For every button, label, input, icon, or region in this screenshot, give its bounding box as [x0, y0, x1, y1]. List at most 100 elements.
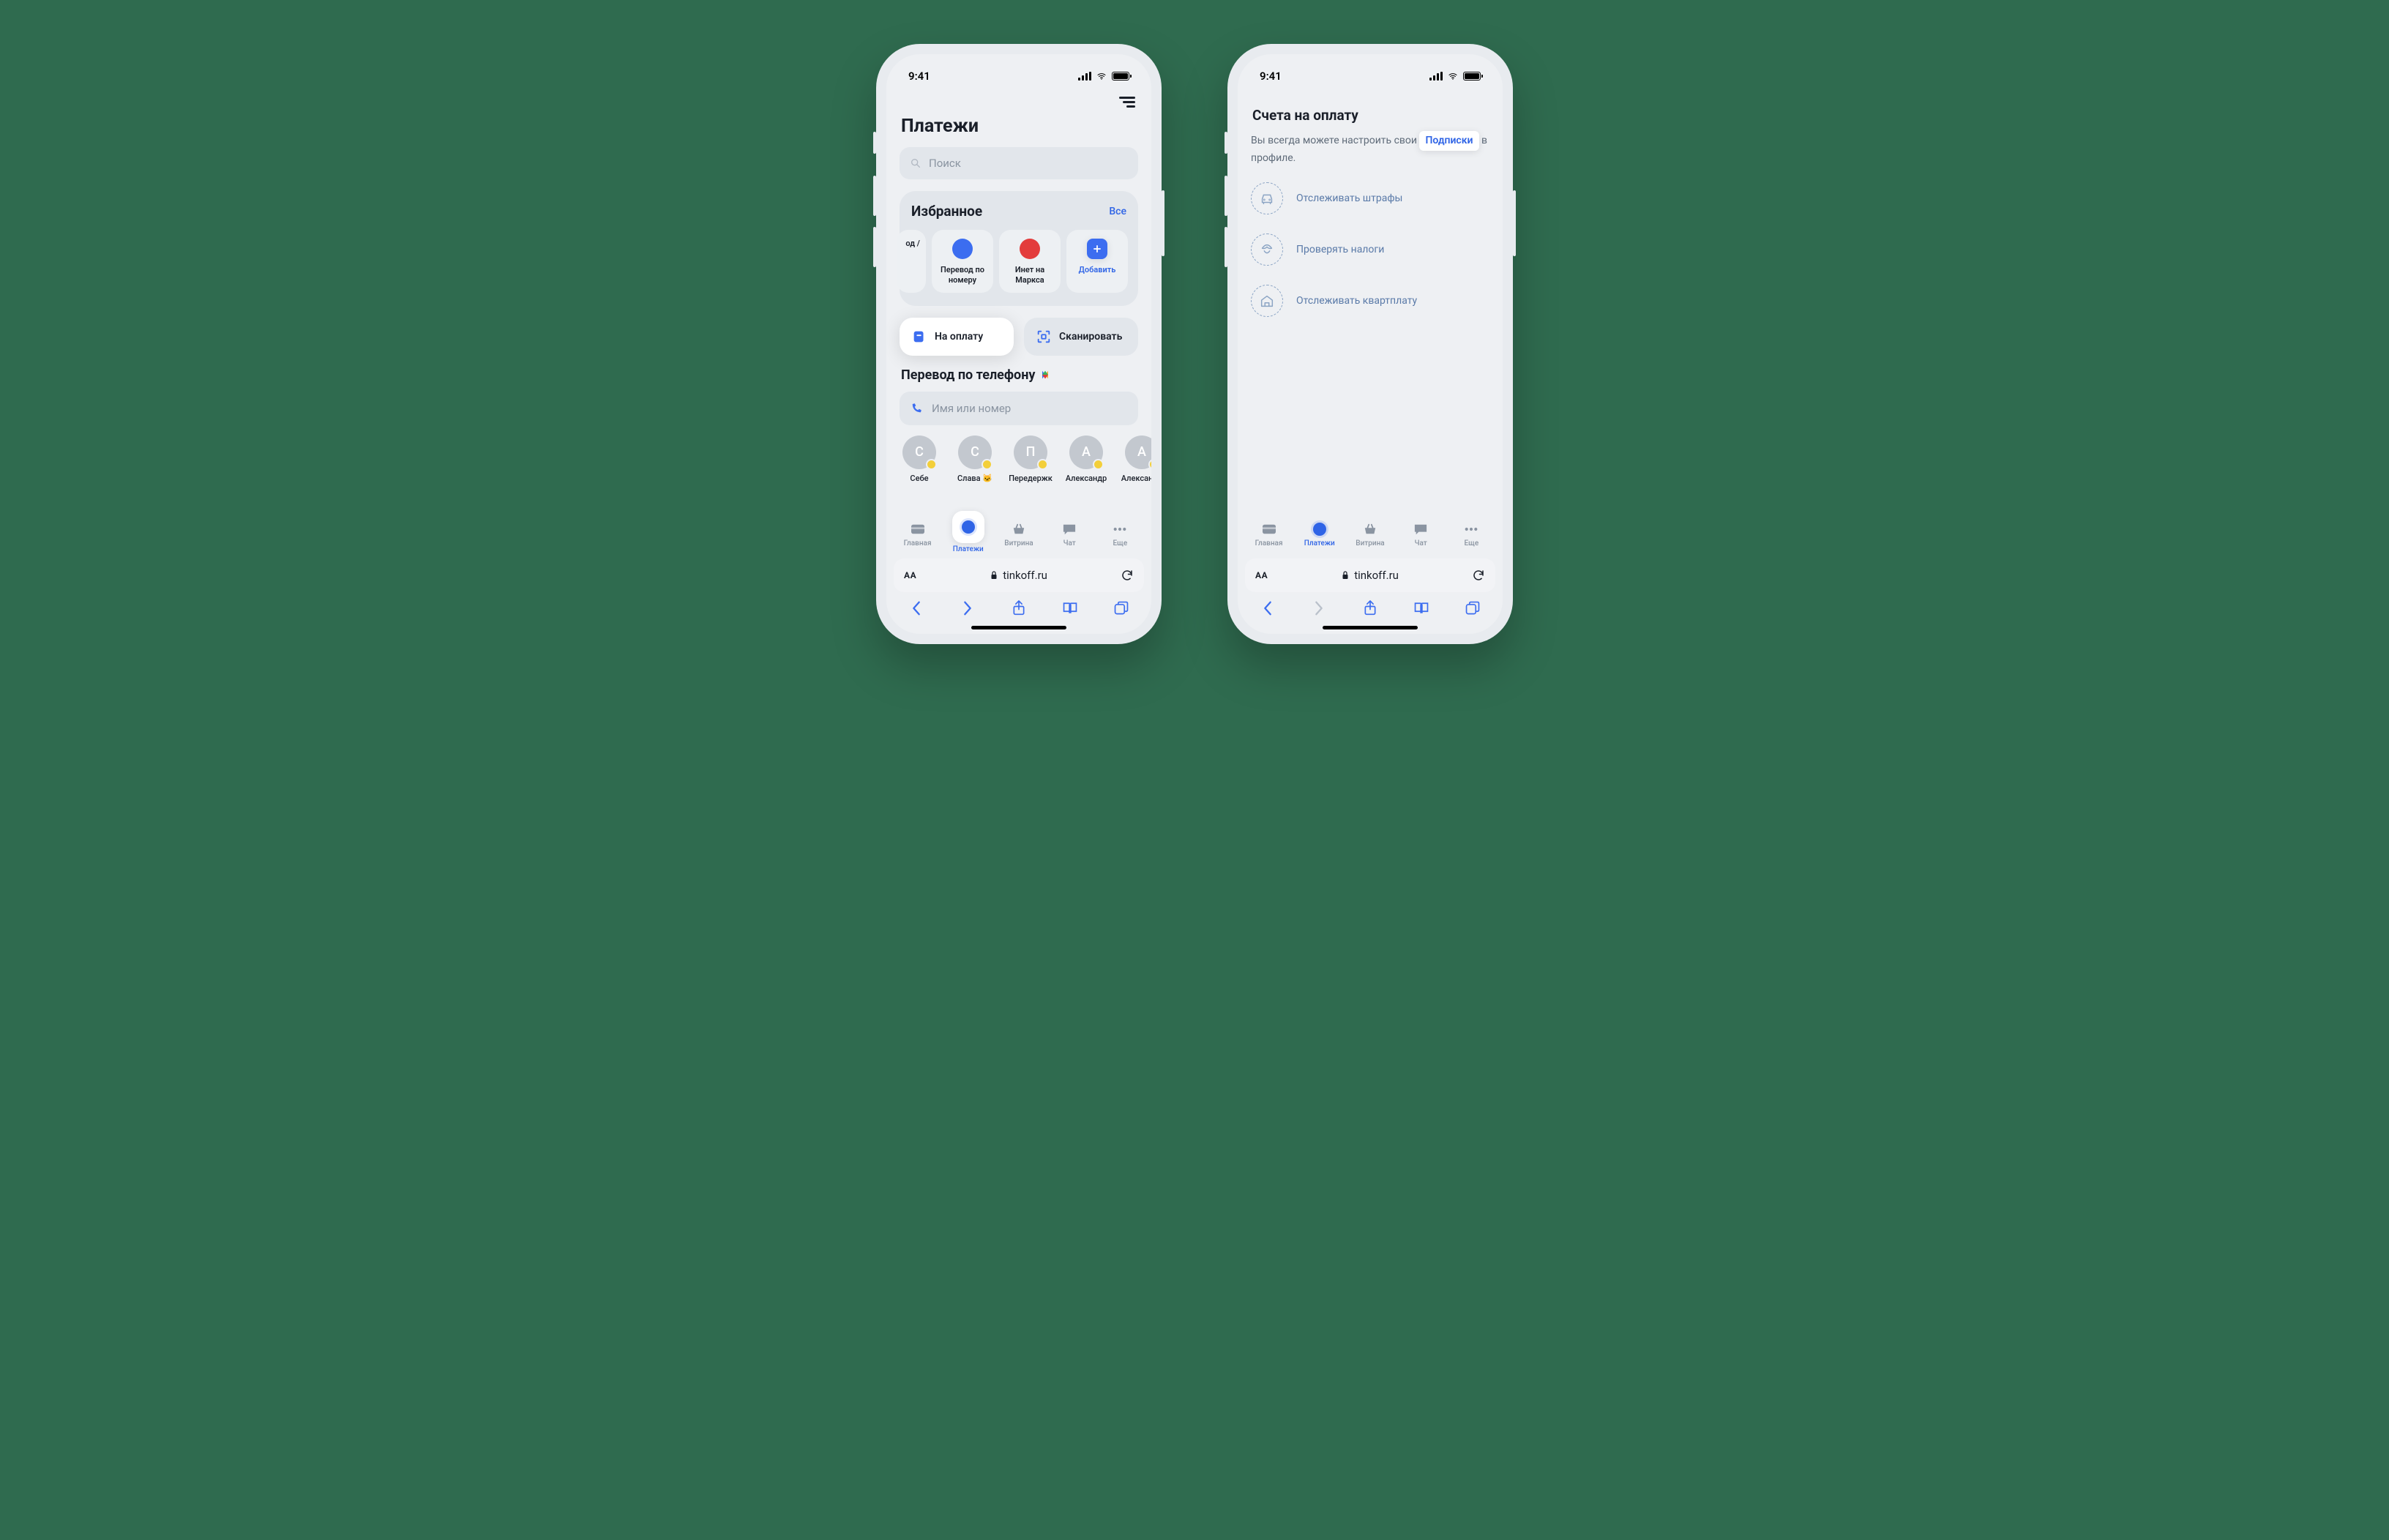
basket-icon [1362, 521, 1378, 537]
more-icon [1463, 521, 1479, 537]
browser-address-bar[interactable]: AA tinkoff.ru [1245, 558, 1495, 592]
browser-host: tinkoff.ru [1354, 569, 1399, 582]
browser-bookmarks-button[interactable] [1060, 598, 1080, 618]
browser-share-button[interactable] [1009, 598, 1029, 618]
bill-track-fines[interactable]: Отслеживать штрафы [1251, 182, 1489, 214]
more-icon [1112, 521, 1128, 537]
plus-icon [1087, 239, 1107, 259]
favorites-title: Избранное [911, 203, 982, 220]
phone-left: 9:41 Платежи Поиск Избранное Все [876, 44, 1162, 644]
favorite-item[interactable]: Инет на Маркса [999, 230, 1061, 293]
tab-showcase[interactable]: Витрина [1348, 521, 1392, 547]
browser-toolbar [886, 592, 1151, 626]
search-icon [910, 157, 921, 169]
cellular-icon [1078, 72, 1091, 81]
browser-tabs-button[interactable] [1111, 598, 1132, 618]
tab-chat[interactable]: Чат [1399, 521, 1443, 547]
pay-bills-button[interactable]: На оплату [900, 318, 1014, 356]
qr-scan-icon [1036, 329, 1052, 345]
search-input[interactable]: Поиск [900, 147, 1138, 179]
favorite-dot-icon [952, 239, 973, 259]
favorite-add-button[interactable]: Добавить [1066, 230, 1128, 293]
contact-avatar: С [958, 436, 992, 469]
search-placeholder: Поиск [929, 157, 961, 170]
favorite-item[interactable]: од / [897, 230, 926, 293]
bills-description: Вы всегда можете настроить свои Подписки… [1251, 131, 1489, 166]
wifi-icon [1447, 72, 1459, 81]
contact-item[interactable]: С Себе [894, 436, 945, 483]
browser-back-button[interactable] [1257, 598, 1278, 618]
receipt-icon [911, 329, 927, 345]
tab-more[interactable]: Еще [1098, 521, 1142, 547]
browser-bookmarks-button[interactable] [1411, 598, 1432, 618]
bill-track-rent[interactable]: Отслеживать квартплату [1251, 285, 1489, 317]
basket-icon [1011, 521, 1027, 537]
favorites-card: Избранное Все од / Перевод по номеру Ине… [900, 191, 1138, 306]
car-icon [1251, 182, 1283, 214]
payments-active-icon [962, 520, 975, 534]
tab-payments[interactable]: Платежи [1298, 521, 1342, 547]
house-icon [1251, 285, 1283, 317]
app-tab-bar: Главная Платежи Витрина Чат [886, 513, 1151, 556]
home-indicator[interactable] [1323, 626, 1418, 629]
reload-icon[interactable] [1121, 569, 1134, 582]
chat-icon [1413, 521, 1429, 537]
reader-aa-icon[interactable]: AA [1255, 570, 1268, 580]
contact-item[interactable]: А Александр [1116, 436, 1151, 483]
contact-avatar: С [902, 436, 936, 469]
tab-payments[interactable]: Платежи [946, 515, 990, 553]
battery-icon [1463, 72, 1481, 81]
contacts-row: С Себе С Слава 🐱 П Передержк А Александр… [894, 436, 1144, 483]
sbp-icon [1039, 369, 1051, 381]
cellular-icon [1429, 72, 1443, 81]
browser-toolbar [1238, 592, 1503, 626]
scan-button[interactable]: Сканировать [1024, 318, 1138, 356]
browser-host: tinkoff.ru [1003, 569, 1047, 582]
contact-avatar: А [1069, 436, 1103, 469]
phone-transfer-input[interactable]: Имя или номер [900, 392, 1138, 425]
phone-icon [910, 402, 923, 415]
tab-home[interactable]: Главная [1247, 521, 1291, 547]
tab-showcase[interactable]: Витрина [997, 521, 1041, 547]
browser-share-button[interactable] [1360, 598, 1380, 618]
payments-active-icon [1313, 523, 1326, 536]
status-time: 9:41 [908, 70, 930, 83]
tab-home[interactable]: Главная [896, 521, 940, 547]
lock-icon [990, 570, 998, 580]
browser-back-button[interactable] [906, 598, 927, 618]
transfer-section-title: Перевод по телефону [901, 367, 1137, 383]
eagle-icon [1251, 233, 1283, 266]
contact-item[interactable]: С Слава 🐱 [949, 436, 1001, 483]
bills-title: Счета на оплату [1252, 107, 1488, 124]
wallet-icon [910, 521, 926, 537]
wifi-icon [1096, 72, 1107, 81]
bill-check-taxes[interactable]: Проверять налоги [1251, 233, 1489, 266]
page-title: Платежи [901, 116, 1137, 137]
favorite-dot-icon [1020, 239, 1040, 259]
phone-right: 9:41 Счета на оплату Вы всегда можете на… [1227, 44, 1513, 644]
contact-item[interactable]: П Передержк [1005, 436, 1056, 483]
app-tab-bar: Главная Платежи Витрина Чат [1238, 513, 1503, 556]
favorites-all-link[interactable]: Все [1109, 206, 1126, 217]
browser-tabs-button[interactable] [1462, 598, 1483, 618]
tab-more[interactable]: Еще [1449, 521, 1493, 547]
subscriptions-chip[interactable]: Подписки [1419, 131, 1478, 151]
browser-address-bar[interactable]: AA tinkoff.ru [894, 558, 1144, 592]
favorite-item[interactable]: Перевод по номеру [932, 230, 993, 293]
contact-item[interactable]: А Александр [1061, 436, 1112, 483]
browser-forward-button [1309, 598, 1329, 618]
home-indicator[interactable] [971, 626, 1066, 629]
contact-avatar: П [1014, 436, 1047, 469]
status-time: 9:41 [1260, 70, 1282, 83]
browser-forward-button[interactable] [957, 598, 978, 618]
status-bar: 9:41 [1238, 54, 1503, 91]
status-bar: 9:41 [886, 54, 1151, 91]
battery-icon [1112, 72, 1129, 81]
tab-chat[interactable]: Чат [1047, 521, 1091, 547]
wallet-icon [1261, 521, 1277, 537]
contact-avatar: А [1125, 436, 1151, 469]
reader-aa-icon[interactable]: AA [904, 570, 916, 580]
reload-icon[interactable] [1472, 569, 1485, 582]
lock-icon [1341, 570, 1350, 580]
menu-icon[interactable] [1119, 97, 1135, 108]
